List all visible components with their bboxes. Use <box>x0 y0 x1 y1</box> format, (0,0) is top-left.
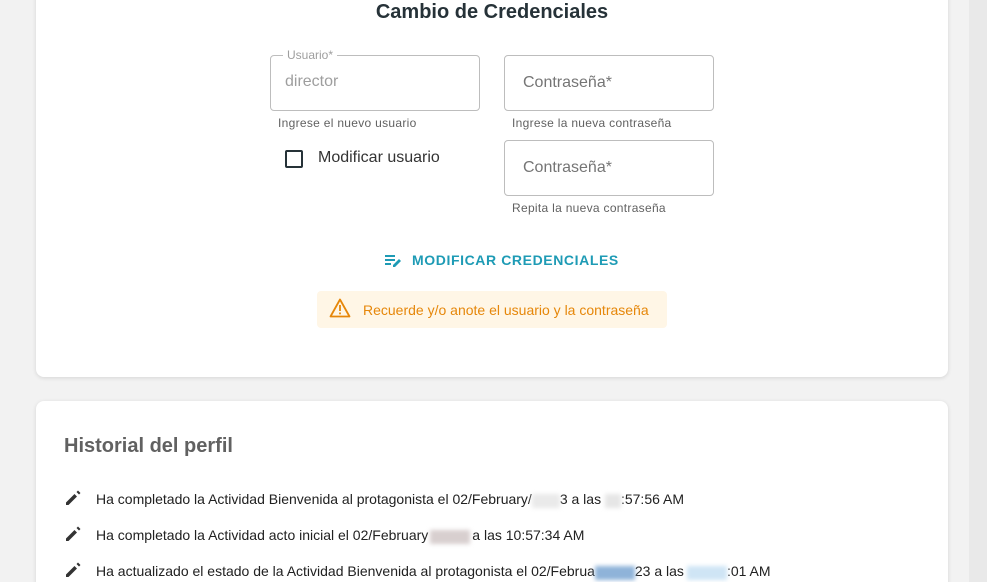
redacted-block <box>531 493 560 508</box>
history-item: Ha completado la Actividad acto inicial … <box>64 525 584 546</box>
history-title: Historial del perfil <box>64 435 233 457</box>
history-item-text-end: :57:56 AM <box>620 491 685 508</box>
edit-note-icon <box>384 252 402 268</box>
credentials-card: Cambio de Credenciales Usuario* director… <box>36 0 948 377</box>
pencil-icon <box>64 489 82 510</box>
username-label: Usuario* <box>283 48 338 62</box>
history-item-text-mid: 23 a las <box>634 563 684 580</box>
password-field[interactable]: Contraseña* <box>504 55 714 111</box>
history-card: Historial del perfil Ha completado la Ac… <box>36 401 948 582</box>
password-repeat-hint: Repita la nueva contraseña <box>512 201 666 215</box>
warning-alert: Recuerde y/o anote el usuario y la contr… <box>317 291 667 328</box>
warning-text: Recuerde y/o anote el usuario y la contr… <box>363 301 649 318</box>
history-item-text-start: Ha actualizado el estado de la Actividad… <box>96 563 595 580</box>
redacted-block <box>430 529 471 544</box>
history-item-text-start: Ha completado la Actividad acto inicial … <box>96 527 429 544</box>
username-field[interactable]: Usuario* director <box>270 48 480 111</box>
pencil-icon <box>64 561 82 582</box>
modify-credentials-label: MODIFICAR CREDENCIALES <box>412 252 619 268</box>
pencil-icon <box>64 525 82 546</box>
history-item: Ha completado la Actividad Bienvenida al… <box>64 489 684 510</box>
history-item-text-mid: a las 10:57:34 AM <box>472 527 585 544</box>
history-item-text-end: :01 AM <box>726 563 771 580</box>
history-item-text-mid: 3 a las <box>559 491 605 508</box>
password-repeat-field[interactable]: Contraseña* <box>504 140 714 196</box>
modify-user-label[interactable]: Modificar usuario <box>318 149 440 167</box>
password-repeat-placeholder: Contraseña* <box>523 159 612 176</box>
history-item: Ha actualizado el estado de la Actividad… <box>64 561 771 582</box>
credentials-title: Cambio de Credenciales <box>375 1 609 23</box>
password-placeholder: Contraseña* <box>523 74 612 91</box>
redacted-block <box>604 493 621 508</box>
password-hint: Ingrese la nueva contraseña <box>512 116 672 130</box>
modify-credentials-button[interactable]: MODIFICAR CREDENCIALES <box>384 252 619 268</box>
right-edge-strip <box>969 0 987 582</box>
redacted-block <box>594 565 635 580</box>
redacted-block <box>686 565 727 580</box>
history-item-text-start: Ha completado la Actividad Bienvenida al… <box>96 491 532 508</box>
username-hint: Ingrese el nuevo usuario <box>278 116 417 130</box>
username-value: director <box>285 73 339 90</box>
modify-user-checkbox[interactable] <box>285 150 303 168</box>
warning-icon <box>329 298 351 321</box>
